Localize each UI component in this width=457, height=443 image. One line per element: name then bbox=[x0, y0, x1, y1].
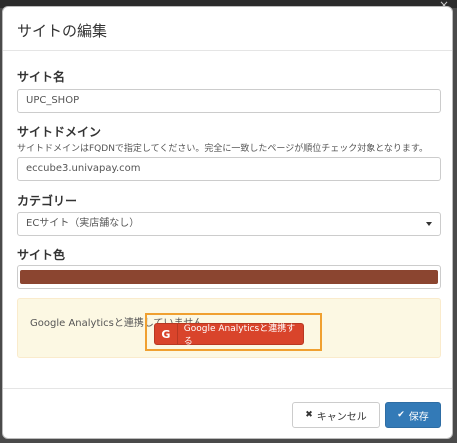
category-select[interactable]: ECサイト（実店舗なし） bbox=[17, 212, 441, 236]
site-name-input[interactable]: UPC_SHOP bbox=[17, 89, 441, 113]
category-selected-value: ECサイト（実店舗なし） bbox=[26, 218, 140, 229]
cancel-button-label: キャンセル bbox=[316, 411, 367, 423]
cancel-button[interactable]: ✖ キャンセル bbox=[292, 402, 380, 428]
category-label: カテゴリー bbox=[17, 194, 78, 208]
caret-down-icon bbox=[426, 222, 432, 226]
close-icon: ✖ bbox=[305, 410, 313, 420]
save-button[interactable]: ✔ 保存 bbox=[385, 402, 441, 428]
check-icon: ✔ bbox=[397, 410, 405, 420]
connect-google-analytics-button[interactable]: G Google Analyticsと連携する bbox=[154, 323, 304, 347]
color-swatch bbox=[20, 270, 438, 284]
connect-google-analytics-label: Google Analyticsと連携する bbox=[183, 324, 296, 347]
google-analytics-notice: Google Analyticsと連携していません。 G Google Anal… bbox=[17, 298, 441, 358]
modal-footer: ✖ キャンセル ✔ 保存 bbox=[3, 388, 452, 438]
site-domain-help: サイトドメインはFQDNで指定してください。完全に一致したページが順位チェック対… bbox=[17, 144, 429, 154]
site-name-label: サイト名 bbox=[17, 70, 66, 84]
site-domain-input[interactable]: eccube3.univapay.com bbox=[17, 157, 441, 181]
save-button-label: 保存 bbox=[408, 411, 429, 423]
site-color-picker[interactable] bbox=[17, 265, 441, 289]
modal-header: サイトの編集 bbox=[3, 7, 452, 51]
site-domain-label: サイトドメイン bbox=[17, 125, 102, 139]
edit-site-modal: サイトの編集 サイト名 UPC_SHOP サイトドメイン サイトドメインはFQD… bbox=[2, 6, 453, 439]
modal-title: サイトの編集 bbox=[17, 22, 108, 40]
site-color-label: サイト色 bbox=[17, 248, 66, 262]
google-icon: G bbox=[155, 324, 178, 344]
